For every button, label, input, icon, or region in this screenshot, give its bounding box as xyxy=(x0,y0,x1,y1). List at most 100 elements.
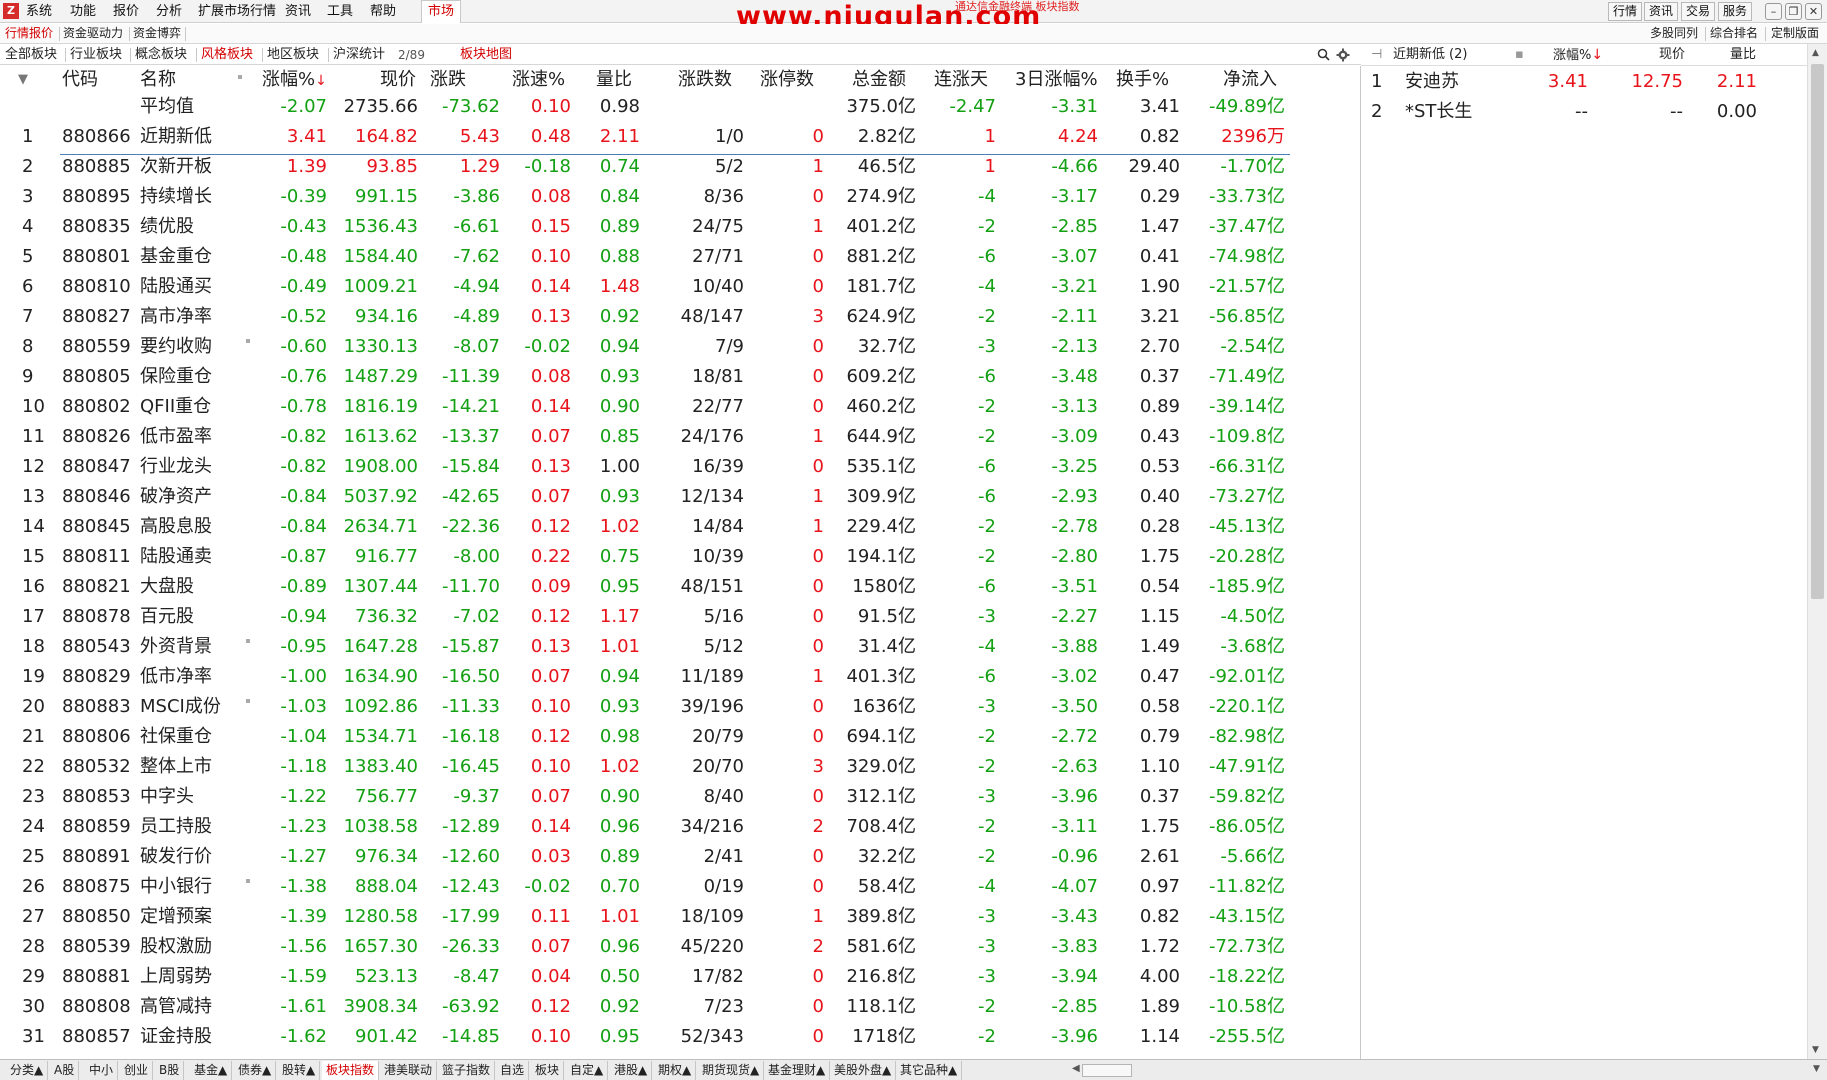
collapse-icon[interactable]: ▼ xyxy=(18,68,28,92)
sector-name[interactable]: 大盘股 xyxy=(140,575,194,599)
tab-style-sectors[interactable]: 风格板块 xyxy=(201,46,253,63)
sector-code[interactable]: 880835 xyxy=(62,215,131,239)
sector-name[interactable]: 股权激励 xyxy=(140,935,212,959)
sector-name[interactable]: 绩优股 xyxy=(140,215,194,239)
header-name[interactable]: 名称 xyxy=(140,68,176,92)
bottom-tab[interactable]: A股 xyxy=(50,1061,80,1080)
bottom-tab[interactable]: 期权▲ xyxy=(654,1061,697,1080)
bottom-tab[interactable]: 港美联动 xyxy=(380,1061,438,1080)
sector-code[interactable]: 880829 xyxy=(62,665,131,689)
tab-quote-list[interactable]: 行情报价 xyxy=(5,25,53,42)
header-limit-up[interactable]: 涨停数 xyxy=(760,68,814,92)
header-price[interactable]: 现价 xyxy=(1659,46,1685,64)
bottom-tab[interactable]: 中小 xyxy=(85,1061,119,1080)
sector-code[interactable]: 880806 xyxy=(62,725,131,749)
close-icon[interactable]: ✕ xyxy=(1805,3,1822,20)
bottom-tab[interactable]: 板块指数 xyxy=(322,1061,380,1080)
bottom-tab[interactable]: 其它品种▲ xyxy=(896,1061,963,1080)
header-volume-ratio[interactable]: 量比 xyxy=(596,68,632,92)
menu-news[interactable]: 资讯 xyxy=(285,3,311,20)
sector-name[interactable]: 行业龙头 xyxy=(140,455,212,479)
sector-code[interactable]: 880827 xyxy=(62,305,131,329)
header-change[interactable]: 涨跌 xyxy=(430,68,466,92)
tab-concept-sectors[interactable]: 概念板块 xyxy=(135,46,187,63)
news-button[interactable]: 资讯 xyxy=(1644,2,1678,21)
scroll-up-icon[interactable]: ▲ xyxy=(1812,48,1819,58)
header-turnover[interactable]: 换手% xyxy=(1116,68,1169,92)
sector-code[interactable]: 880857 xyxy=(62,1025,131,1049)
sector-name[interactable]: 员工持股 xyxy=(140,815,212,839)
sector-name[interactable]: 定增预案 xyxy=(140,905,212,929)
sector-code[interactable]: 880810 xyxy=(62,275,131,299)
menu-analysis[interactable]: 分析 xyxy=(156,3,182,20)
bottom-tab[interactable]: B股 xyxy=(155,1061,185,1080)
sector-name[interactable]: 基金重仓 xyxy=(140,245,212,269)
bottom-tab[interactable]: 美股外盘▲ xyxy=(830,1061,897,1080)
sector-code[interactable]: 880875 xyxy=(62,875,131,899)
header-price[interactable]: 现价 xyxy=(380,68,416,92)
sector-code[interactable]: 880808 xyxy=(62,995,131,1019)
sector-name[interactable]: 中小银行 xyxy=(140,875,212,899)
sector-name[interactable]: QFII重仓 xyxy=(140,395,211,419)
sector-code[interactable]: 880859 xyxy=(62,815,131,839)
header-net-inflow[interactable]: 净流入 xyxy=(1223,68,1277,92)
sector-code[interactable]: 880802 xyxy=(62,395,131,419)
gear-icon[interactable] xyxy=(1336,48,1350,62)
sector-code[interactable]: 880846 xyxy=(62,485,131,509)
sector-code[interactable]: 880539 xyxy=(62,935,131,959)
sector-name[interactable]: MSCI成份 xyxy=(140,695,221,719)
sector-code[interactable]: 880845 xyxy=(62,515,131,539)
sector-code[interactable]: 880821 xyxy=(62,575,131,599)
sector-name[interactable]: 上周弱势 xyxy=(140,965,212,989)
sector-name[interactable]: 证金持股 xyxy=(140,1025,212,1049)
sector-code[interactable]: 880883 xyxy=(62,695,131,719)
tab-market-stats[interactable]: 沪深统计 xyxy=(333,46,385,63)
bottom-tab[interactable]: 港股▲ xyxy=(610,1061,653,1080)
sector-name[interactable]: 整体上市 xyxy=(140,755,212,779)
stock-name[interactable]: 安迪苏 xyxy=(1405,70,1459,94)
header-speed[interactable]: 涨速% xyxy=(512,68,565,92)
tab-industry-sectors[interactable]: 行业板块 xyxy=(70,46,122,63)
sector-name[interactable]: 高市净率 xyxy=(140,305,212,329)
sector-code[interactable]: 880853 xyxy=(62,785,131,809)
sector-name[interactable]: 持续增长 xyxy=(140,185,212,209)
sector-name[interactable]: 近期新低 xyxy=(140,125,212,149)
sector-name[interactable]: 破发行价 xyxy=(140,845,212,869)
header-change-pct[interactable]: 涨幅%↓ xyxy=(262,68,327,93)
restore-icon[interactable]: ❐ xyxy=(1785,3,1802,20)
menu-system[interactable]: 系统 xyxy=(26,3,52,20)
sector-code[interactable]: 880532 xyxy=(62,755,131,779)
sector-code[interactable]: 880891 xyxy=(62,845,131,869)
tab-region-sectors[interactable]: 地区板块 xyxy=(267,46,319,63)
sector-name[interactable]: 低市净率 xyxy=(140,665,212,689)
sector-name[interactable]: 高管减持 xyxy=(140,995,212,1019)
stock-name[interactable]: *ST长生 xyxy=(1405,100,1472,124)
sector-code[interactable]: 880881 xyxy=(62,965,131,989)
menu-quote[interactable]: 报价 xyxy=(113,3,139,20)
menu-function[interactable]: 功能 xyxy=(70,3,96,20)
sector-code[interactable]: 880543 xyxy=(62,635,131,659)
sector-map-link[interactable]: 板块地图 xyxy=(460,46,512,63)
bottom-tab[interactable]: 基金理财▲ xyxy=(764,1061,831,1080)
header-3day-change[interactable]: 3日涨幅% xyxy=(1015,68,1098,92)
sector-name[interactable]: 百元股 xyxy=(140,605,194,629)
app-logo-icon[interactable]: Z xyxy=(3,3,19,19)
sector-name[interactable]: 保险重仓 xyxy=(140,365,212,389)
bottom-tab[interactable]: 自选 xyxy=(496,1061,530,1080)
bottom-tab[interactable]: 篮子指数 xyxy=(438,1061,496,1080)
sector-name[interactable]: 次新开板 xyxy=(140,155,212,179)
sector-code[interactable]: 880811 xyxy=(62,545,131,569)
minimize-icon[interactable]: – xyxy=(1765,3,1782,20)
menu-help[interactable]: 帮助 xyxy=(370,3,396,20)
sector-name[interactable]: 要约收购 xyxy=(140,335,212,359)
menu-extended-market[interactable]: 扩展市场行情 xyxy=(198,3,276,20)
sector-code[interactable]: 880559 xyxy=(62,335,131,359)
pin-icon[interactable]: ⊣ xyxy=(1371,46,1382,64)
bottom-tab[interactable]: 自定▲ xyxy=(566,1061,609,1080)
bottom-tab[interactable]: 债券▲ xyxy=(234,1061,277,1080)
sector-code[interactable]: 880847 xyxy=(62,455,131,479)
tab-fund-driver[interactable]: 资金驱动力 xyxy=(63,25,123,42)
scroll-thumb[interactable] xyxy=(1811,64,1824,599)
sector-name[interactable]: 中字头 xyxy=(140,785,194,809)
search-icon[interactable] xyxy=(1317,48,1330,61)
